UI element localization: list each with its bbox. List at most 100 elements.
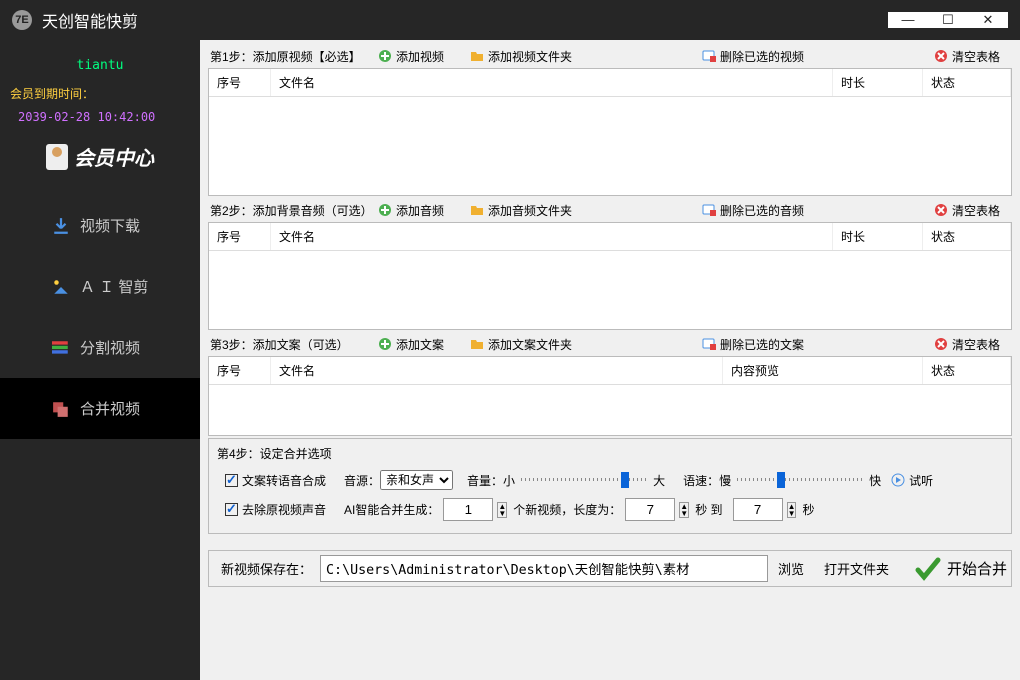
btn-label: 添加文案文件夹 bbox=[488, 336, 572, 353]
length-to-input[interactable] bbox=[733, 498, 783, 521]
member-center-button[interactable]: 会员中心 bbox=[0, 138, 200, 195]
col-status: 状态 bbox=[923, 69, 1011, 96]
voice-select[interactable]: 亲和女声 bbox=[380, 470, 453, 490]
step2-toolbar: 第2步：添加背景音频（可选） 添加音频 添加音频文件夹 删除已选的音频 清空表格 bbox=[208, 198, 1012, 222]
btn-label: 添加音频 bbox=[396, 202, 444, 219]
browse-button[interactable]: 浏览 bbox=[768, 559, 814, 578]
save-path-input[interactable] bbox=[320, 555, 768, 582]
tts-checkbox[interactable] bbox=[225, 474, 238, 487]
add-video-button[interactable]: 添加视频 bbox=[378, 48, 444, 65]
speed-slider[interactable] bbox=[737, 472, 863, 488]
username: tiantu bbox=[0, 40, 200, 85]
nav-item-label: 分割视频 bbox=[80, 337, 140, 358]
save-label: 新视频保存在： bbox=[213, 559, 320, 578]
remove-orig-label: 去除原视频声音 bbox=[242, 501, 326, 518]
add-audio-button[interactable]: 添加音频 bbox=[378, 202, 444, 219]
clear-table1-button[interactable]: 清空表格 bbox=[934, 48, 1000, 65]
btn-label: 添加音频文件夹 bbox=[488, 202, 572, 219]
video-count-input[interactable] bbox=[443, 498, 493, 521]
folder-icon bbox=[470, 337, 484, 351]
maximize-button[interactable]: ☐ bbox=[928, 12, 968, 28]
btn-label: 清空表格 bbox=[952, 336, 1000, 353]
btn-label: 删除已选的文案 bbox=[720, 336, 804, 353]
remove-orig-audio-checkbox[interactable] bbox=[225, 503, 238, 516]
delete-selected-video-button[interactable]: 删除已选的视频 bbox=[702, 48, 804, 65]
nav-item-label: 视频下载 bbox=[80, 215, 140, 236]
clear-icon bbox=[934, 49, 948, 63]
nav-split-video[interactable]: 分割视频 bbox=[0, 317, 200, 378]
delete-icon bbox=[702, 203, 716, 217]
clear-table2-button[interactable]: 清空表格 bbox=[934, 202, 1000, 219]
delete-icon bbox=[702, 337, 716, 351]
delete-selected-text-button[interactable]: 删除已选的文案 bbox=[702, 336, 804, 353]
col-status: 状态 bbox=[923, 357, 1011, 384]
step3-toolbar: 第3步：添加文案（可选） 添加文案 添加文案文件夹 删除已选的文案 清空表格 bbox=[208, 332, 1012, 356]
delete-icon bbox=[702, 49, 716, 63]
col-index: 序号 bbox=[209, 357, 271, 384]
open-folder-button[interactable]: 打开文件夹 bbox=[814, 559, 899, 578]
split-icon bbox=[52, 339, 70, 357]
btn-label: 清空表格 bbox=[952, 202, 1000, 219]
length-from-input[interactable] bbox=[625, 498, 675, 521]
add-icon bbox=[378, 337, 392, 351]
btn-label: 添加视频 bbox=[396, 48, 444, 65]
minimize-button[interactable]: — bbox=[888, 12, 928, 28]
volume-slider[interactable] bbox=[521, 472, 647, 488]
col-preview: 内容预览 bbox=[723, 357, 923, 384]
step1-title: 第1步：添加原视频【必选】 bbox=[210, 48, 378, 65]
download-icon bbox=[52, 217, 70, 235]
btn-label: 清空表格 bbox=[952, 48, 1000, 65]
nav-item-label: 合并视频 bbox=[80, 398, 140, 419]
col-filename: 文件名 bbox=[271, 357, 723, 384]
text-table[interactable]: 序号 文件名 内容预览 状态 bbox=[208, 356, 1012, 436]
app-logo-icon: 7E bbox=[12, 10, 32, 30]
btn-label: 添加视频文件夹 bbox=[488, 48, 572, 65]
start-label: 开始合并 bbox=[947, 558, 1007, 579]
member-center-label: 会员中心 bbox=[74, 142, 154, 171]
add-icon bbox=[378, 203, 392, 217]
volume-label: 音量： bbox=[467, 472, 503, 489]
start-merge-button[interactable]: 开始合并 bbox=[915, 556, 1007, 582]
step4-panel: 第4步：设定合并选项 文案转语音合成 音源： 亲和女声 音量： 小 大 语速： … bbox=[208, 438, 1012, 534]
add-audio-folder-button[interactable]: 添加音频文件夹 bbox=[470, 202, 572, 219]
ai-scissors-icon bbox=[52, 278, 70, 296]
col-duration: 时长 bbox=[833, 69, 923, 96]
col-status: 状态 bbox=[923, 223, 1011, 250]
nav-video-download[interactable]: 视频下载 bbox=[0, 195, 200, 256]
step3-title: 第3步：添加文案（可选） bbox=[210, 336, 378, 353]
audio-table[interactable]: 序号 文件名 时长 状态 bbox=[208, 222, 1012, 330]
col-filename: 文件名 bbox=[271, 223, 833, 250]
video-table[interactable]: 序号 文件名 时长 状态 bbox=[208, 68, 1012, 196]
checkmark-icon bbox=[915, 556, 941, 582]
add-text-folder-button[interactable]: 添加文案文件夹 bbox=[470, 336, 572, 353]
folder-icon bbox=[470, 49, 484, 63]
step4-title: 第4步：设定合并选项 bbox=[217, 445, 1003, 462]
speed-label: 语速： bbox=[683, 472, 719, 489]
play-icon bbox=[891, 473, 905, 487]
nav-merge-video[interactable]: 合并视频 bbox=[0, 378, 200, 439]
window-title: 天创智能快剪 bbox=[42, 8, 888, 32]
step1-toolbar: 第1步：添加原视频【必选】 添加视频 添加视频文件夹 删除已选的视频 清空表格 bbox=[208, 44, 1012, 68]
nav-ai-cut[interactable]: Ａ Ｉ 智剪 bbox=[0, 256, 200, 317]
output-path-row: 新视频保存在： 浏览 打开文件夹 开始合并 bbox=[208, 550, 1012, 587]
expire-time: 2039-02-28 10:42:00 bbox=[0, 102, 200, 138]
delete-selected-audio-button[interactable]: 删除已选的音频 bbox=[702, 202, 804, 219]
col-index: 序号 bbox=[209, 223, 271, 250]
add-text-button[interactable]: 添加文案 bbox=[378, 336, 444, 353]
avatar-icon bbox=[46, 144, 68, 170]
folder-icon bbox=[470, 203, 484, 217]
expire-label: 会员到期时间： bbox=[0, 85, 200, 102]
col-filename: 文件名 bbox=[271, 69, 833, 96]
count-down[interactable]: ▼ bbox=[498, 510, 506, 517]
nav-item-label: Ａ Ｉ 智剪 bbox=[80, 276, 148, 297]
clear-icon bbox=[934, 203, 948, 217]
sidebar: tiantu 会员到期时间： 2039-02-28 10:42:00 会员中心 … bbox=[0, 40, 200, 680]
main-panel: 第1步：添加原视频【必选】 添加视频 添加视频文件夹 删除已选的视频 清空表格 … bbox=[200, 40, 1020, 680]
close-button[interactable]: ✕ bbox=[968, 12, 1008, 28]
btn-label: 删除已选的视频 bbox=[720, 48, 804, 65]
add-video-folder-button[interactable]: 添加视频文件夹 bbox=[470, 48, 572, 65]
preview-audio-button[interactable]: 试听 bbox=[891, 472, 933, 489]
add-icon bbox=[378, 49, 392, 63]
clear-table3-button[interactable]: 清空表格 bbox=[934, 336, 1000, 353]
tts-label: 文案转语音合成 bbox=[242, 472, 326, 489]
